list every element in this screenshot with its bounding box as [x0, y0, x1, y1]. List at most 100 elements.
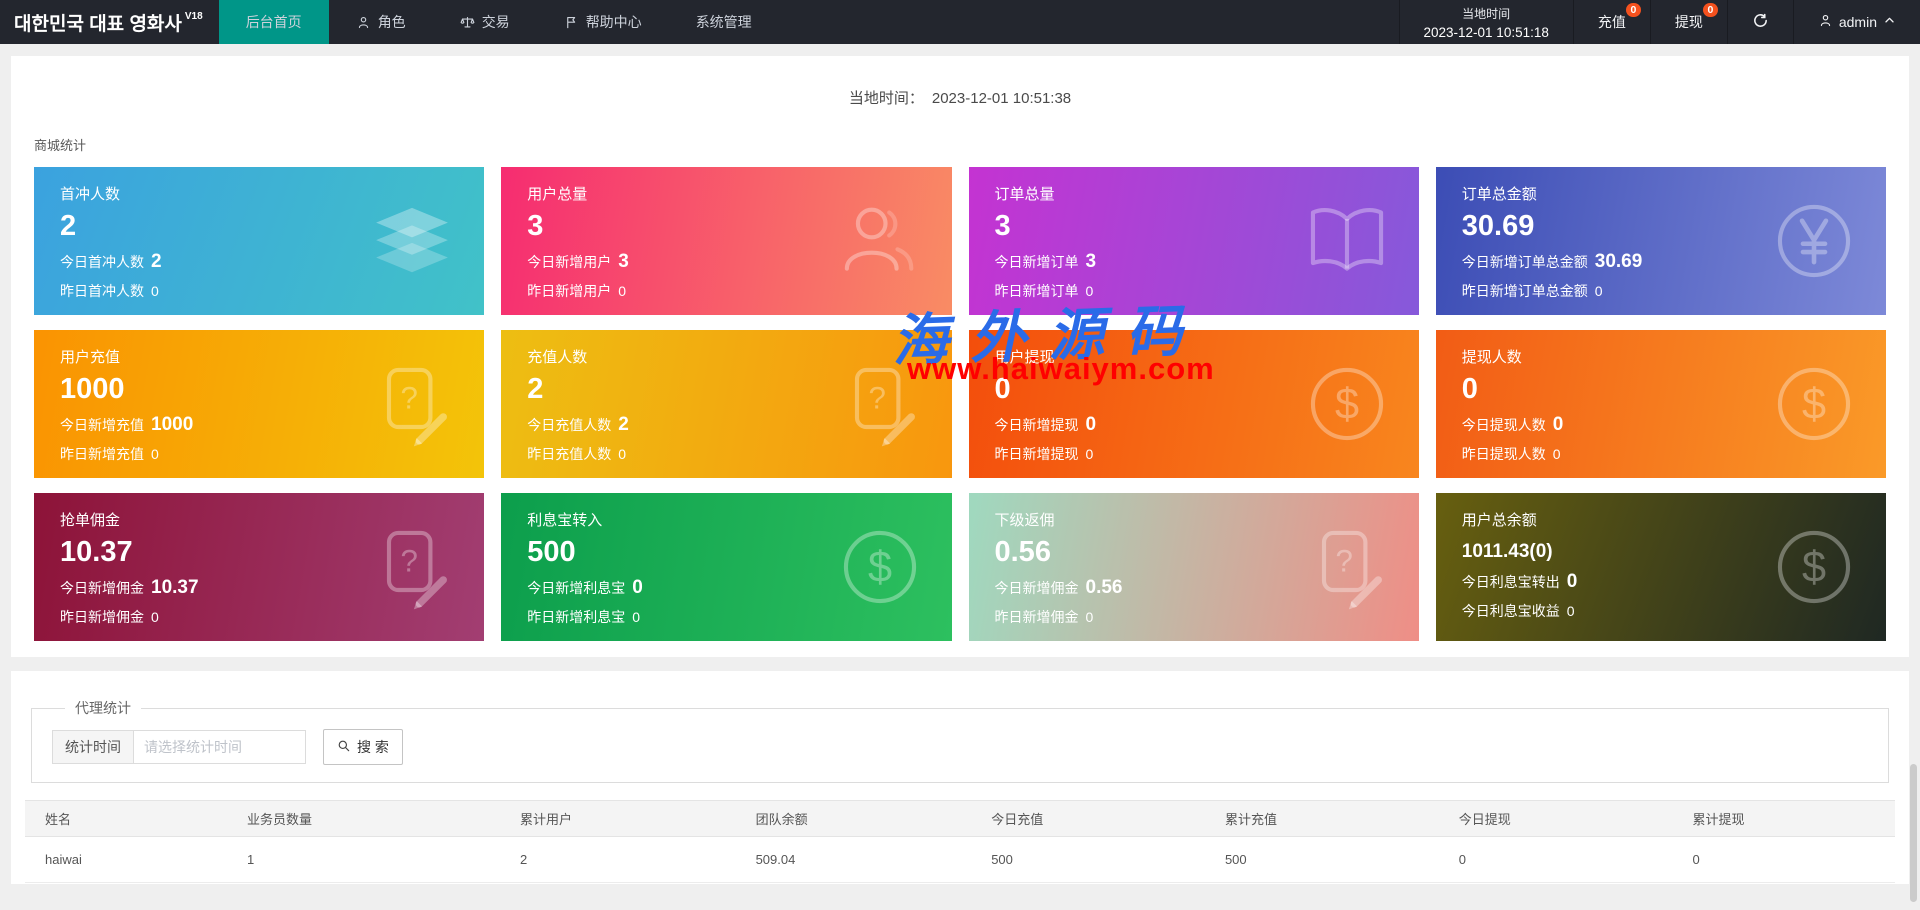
- nav-item-label: 后台首页: [245, 14, 302, 30]
- search-button-label: 搜 索: [357, 739, 389, 755]
- flag-icon: [564, 15, 579, 30]
- user-icon: [834, 195, 926, 287]
- line-value: 0.56: [1085, 577, 1123, 599]
- header-time-value: 2023-12-01 10:51:18: [1423, 24, 1549, 40]
- line-value: 1000: [151, 414, 194, 436]
- watermark-url: www.haiwaiym.com: [907, 351, 1215, 386]
- svg-text:?: ?: [401, 381, 418, 416]
- line-label: 昨日新增订单总金额: [1461, 283, 1588, 300]
- doc-edit-icon: ?: [366, 358, 458, 450]
- line-label: 昨日新增佣金: [994, 609, 1079, 626]
- nav-item-label: 帮助中心: [585, 14, 642, 30]
- dollar-icon: $: [834, 521, 926, 613]
- app-version-tag: V18: [184, 10, 203, 22]
- line-label: 昨日首冲人数: [60, 283, 144, 300]
- yen-icon: [1768, 195, 1860, 287]
- main-nav: 后台首页 角色 交易 帮助中心 系统管理: [218, 0, 779, 44]
- table-row: haiwai 1 2 509.04 500 500 0 0: [25, 836, 1895, 883]
- line-label: 今日新增佣金: [994, 580, 1079, 597]
- line-label: 昨日新增充值: [60, 446, 144, 463]
- stat-card: 首冲人数 2 今日首冲人数 2 昨日首冲人数 0: [34, 167, 485, 315]
- table-cell: haiwai: [25, 836, 227, 883]
- table-header-cell: 累计充值: [1204, 800, 1439, 837]
- table-header-cell: 累计用户: [499, 800, 736, 837]
- local-time-value: 2023-12-01 10:51:38: [931, 90, 1072, 107]
- svg-text:$: $: [1802, 381, 1826, 429]
- search-button[interactable]: 搜 索: [323, 729, 403, 765]
- line-value: 0: [1594, 283, 1603, 300]
- nav-item-roles[interactable]: 角色: [329, 0, 433, 44]
- table-header-cell: 累计提现: [1672, 800, 1895, 837]
- line-value: 0: [1566, 602, 1575, 619]
- line-value: 0: [618, 446, 627, 463]
- line-label: 今日新增用户: [527, 254, 612, 271]
- table-cell: 1: [226, 836, 500, 883]
- app-title-text: 대한민국 대표 영화사: [14, 13, 182, 35]
- nav-item-help[interactable]: 帮助中心: [537, 0, 669, 44]
- withdraw-button[interactable]: 提现 0: [1649, 0, 1727, 44]
- table-header-cell: 今日提现: [1438, 800, 1673, 837]
- line-value: 30.69: [1594, 251, 1643, 273]
- line-label: 昨日新增提现: [994, 446, 1079, 463]
- stat-card: 用户总量 3 今日新增用户 3 昨日新增用户 0: [501, 167, 952, 315]
- nav-item-label: 交易: [481, 14, 510, 30]
- line-value: 3: [1085, 251, 1097, 273]
- refresh-icon: [1752, 12, 1769, 32]
- user-menu[interactable]: admin: [1792, 0, 1920, 44]
- line-label: 昨日新增利息宝: [527, 609, 626, 626]
- line-label: 今日新增利息宝: [527, 580, 626, 597]
- chevron-up-icon: [1883, 14, 1896, 30]
- dollar-icon: $: [1768, 521, 1860, 613]
- table-header-cell: 姓名: [25, 800, 227, 837]
- agent-fieldset: 代理统计 统计时间 搜 索: [31, 698, 1889, 783]
- svg-text:?: ?: [868, 381, 885, 416]
- withdraw-badge: 0: [1703, 3, 1718, 17]
- table-header-cell: 业务员数量: [226, 800, 500, 837]
- line-value: 0: [1085, 609, 1094, 626]
- refresh-button[interactable]: [1726, 0, 1793, 44]
- page-scrollbar[interactable]: [1910, 764, 1917, 902]
- line-value: 0: [151, 283, 159, 300]
- table-cell: 500: [1204, 836, 1439, 883]
- header-time-label: 当地时间: [1462, 6, 1511, 21]
- stat-time-input[interactable]: [134, 730, 306, 764]
- doc-edit-icon: ?: [366, 521, 458, 613]
- table-header-cell: 今日充值: [971, 800, 1205, 837]
- line-label: 今日充值人数: [527, 417, 612, 434]
- table-cell: 0: [1672, 836, 1895, 883]
- line-label: 今日利息宝收益: [1461, 602, 1560, 619]
- nav-item-system[interactable]: 系统管理: [669, 0, 779, 44]
- dollar-icon: $: [1301, 358, 1393, 450]
- header-local-time: 当地时间 2023-12-01 10:51:18: [1398, 0, 1573, 44]
- nav-item-home[interactable]: 后台首页: [218, 0, 329, 44]
- line-value: 0: [151, 446, 159, 463]
- line-value: 10.37: [151, 577, 199, 599]
- line-label: 今日新增充值: [60, 417, 144, 434]
- stack-icon: [366, 195, 458, 287]
- stat-card: 提现人数 0 今日提现人数 0 昨日提现人数 0 $: [1435, 330, 1886, 478]
- line-value: 0: [1566, 570, 1578, 592]
- stat-card: 充值人数 2 今日充值人数 2 昨日充值人数 0?: [501, 330, 952, 478]
- agent-table: 姓名 业务员数量 累计用户 团队余额 今日充值 累计充值 今日提现 累计提现 haiwai 1 2…: [25, 800, 1895, 883]
- svg-text:?: ?: [401, 544, 418, 579]
- line-value: 0: [1085, 414, 1097, 436]
- stat-card: 用户充值 1000 今日新增充值 1000 昨日新增充值 0?: [34, 330, 485, 478]
- section-title: 商城统计: [34, 138, 87, 153]
- nav-item-trade[interactable]: 交易: [433, 0, 537, 44]
- recharge-button[interactable]: 充值 0: [1572, 0, 1650, 44]
- dollar-icon: $: [1768, 358, 1860, 450]
- stat-card: 用户总余额 1011.43(0) 今日利息宝转出 0 今日利息宝收益 0 $: [1435, 493, 1886, 641]
- stats-grid: 首冲人数 2 今日首冲人数 2 昨日首冲人数 0 用户总量 3 今日新增用户 3 昨日新增用户 0 订单…: [34, 167, 1886, 641]
- recharge-badge: 0: [1626, 3, 1641, 17]
- agent-legend: 代理统计: [75, 700, 131, 716]
- stat-card: 下级返佣 0.56 今日新增佣金 0.56 昨日新增佣金 0?: [968, 493, 1419, 641]
- line-value: 0: [1552, 446, 1561, 463]
- doc-edit-icon: ?: [1301, 521, 1393, 613]
- nav-item-label: 系统管理: [695, 14, 752, 30]
- line-label: 今日利息宝转出: [1461, 573, 1560, 590]
- svg-text:?: ?: [1335, 544, 1352, 579]
- book-icon: [1301, 195, 1393, 287]
- line-label: 今日新增订单总金额: [1461, 254, 1588, 271]
- svg-text:$: $: [867, 544, 891, 592]
- line-value: 0: [151, 609, 159, 626]
